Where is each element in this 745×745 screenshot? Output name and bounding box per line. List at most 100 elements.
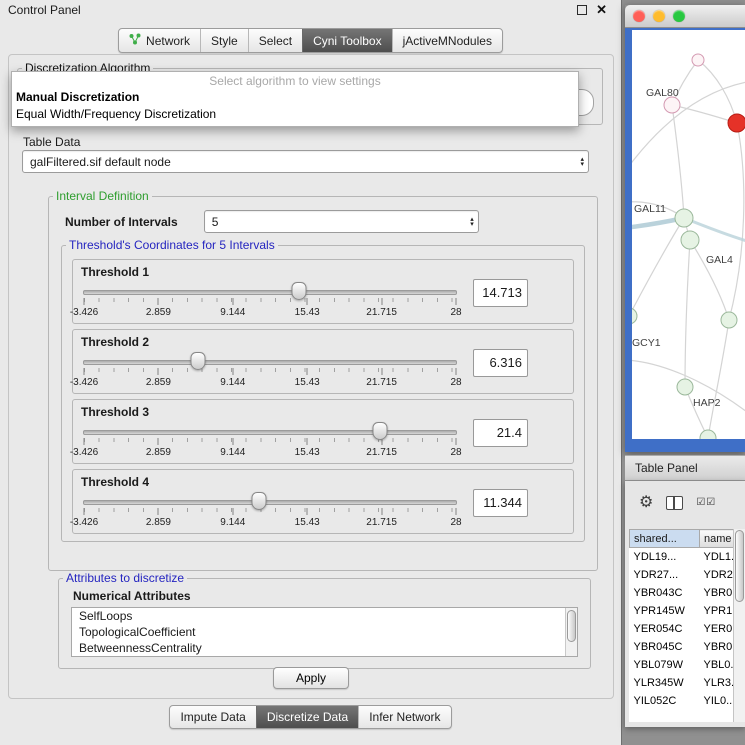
tab-style[interactable]: Style — [200, 29, 248, 52]
tab-jactivemnodules[interactable]: jActiveMNodules — [392, 29, 502, 52]
dropdown-option-equal-width[interactable]: Equal Width/Frequency Discretization — [12, 106, 578, 123]
mac-close-button[interactable] — [633, 10, 645, 22]
network-node-hap2[interactable] — [677, 379, 693, 395]
table-cell[interactable]: YPR1... — [700, 602, 735, 620]
mac-minimize-button[interactable] — [653, 10, 665, 22]
table-cell[interactable]: YDR2... — [700, 566, 735, 584]
slider-major-tick — [456, 508, 457, 515]
attribute-list-item[interactable]: BetweennessCentrality — [72, 640, 577, 656]
gear-icon[interactable]: ⚙ — [639, 495, 653, 511]
tab-network[interactable]: Network — [119, 29, 200, 52]
table-row[interactable]: YPR145WYPR1... — [630, 602, 735, 620]
slider-thumb[interactable] — [292, 282, 307, 300]
list-scrollbar[interactable] — [565, 608, 577, 656]
threshold-4-value[interactable]: 11.344 — [473, 489, 528, 517]
table-cell[interactable]: YBR0... — [700, 584, 735, 602]
threshold-3-slider[interactable]: -3.4262.8599.14415.4321.71528 — [81, 420, 459, 460]
table-row[interactable]: YLR345WYLR3... — [630, 674, 735, 692]
select-columns-icon[interactable]: ☑☑ — [696, 498, 716, 508]
table-cell[interactable]: YER0... — [700, 620, 735, 638]
table-cell[interactable]: YLR345W — [630, 674, 700, 692]
threshold-2-slider[interactable]: -3.4262.8599.14415.4321.71528 — [81, 350, 459, 390]
slider-major-tick — [158, 508, 159, 515]
network-node-gal11[interactable] — [675, 209, 693, 227]
threshold-3-value[interactable]: 21.4 — [473, 419, 528, 447]
threshold-1-slider[interactable]: -3.4262.8599.14415.4321.71528 — [81, 280, 459, 320]
scrollbar-thumb[interactable] — [567, 610, 576, 642]
slider-scale-label: -3.426 — [70, 517, 98, 528]
table-data-label: Table Data — [23, 135, 80, 149]
number-of-intervals-combobox[interactable]: 5 ▴▾ — [204, 210, 479, 233]
group-title: Interval Definition — [53, 189, 152, 203]
network-canvas[interactable]: GAL80 GAL11 GAL4 GCY1 HAP2 — [632, 30, 745, 439]
network-node-gal80[interactable] — [664, 97, 680, 113]
slider-major-tick — [232, 438, 233, 445]
column-header-name[interactable]: name — [700, 530, 735, 548]
slider-scale-label: 21.715 — [366, 377, 397, 388]
table-row[interactable]: YBR043CYBR0... — [630, 584, 735, 602]
table-cell[interactable]: YPR145W — [630, 602, 700, 620]
close-icon[interactable]: ✕ — [596, 4, 607, 16]
network-node-gal4[interactable] — [681, 231, 699, 249]
table-cell[interactable]: YLR3... — [700, 674, 735, 692]
table-cell[interactable]: YDL1... — [700, 548, 735, 567]
tab-impute-data[interactable]: Impute Data — [170, 706, 255, 728]
table-cell[interactable]: YDR27... — [630, 566, 700, 584]
mac-zoom-button[interactable] — [673, 10, 685, 22]
table-data-combobox[interactable]: galFiltered.sif default node ▴▾ — [22, 150, 589, 173]
threshold-4-slider[interactable]: -3.4262.8599.14415.4321.71528 — [81, 490, 459, 530]
table-cell[interactable]: YDL19... — [630, 548, 700, 567]
network-node[interactable] — [700, 430, 716, 439]
table-cell[interactable]: YBL0... — [700, 656, 735, 674]
column-header-shared-name[interactable]: shared... — [630, 530, 700, 548]
table-cell[interactable]: YBR043C — [630, 584, 700, 602]
tab-label: Infer Network — [369, 710, 440, 724]
network-node-selected[interactable] — [728, 114, 745, 132]
table-cell[interactable]: YIL052C — [630, 692, 700, 710]
slider-major-tick — [84, 368, 85, 375]
table-cell[interactable]: YBL079W — [630, 656, 700, 674]
threshold-1-value[interactable]: 14.713 — [473, 279, 528, 307]
scrollbar-thumb[interactable] — [735, 530, 744, 602]
tab-select[interactable]: Select — [248, 29, 302, 52]
bottom-tab-bar: Impute Data Discretize Data Infer Networ… — [0, 705, 621, 729]
table-cell[interactable]: YBR045C — [630, 638, 700, 656]
attribute-list-item[interactable]: TopologicalCoefficient — [72, 624, 577, 640]
right-panel: GAL80 GAL11 GAL4 GCY1 HAP2 Table Panel ⚙… — [622, 0, 745, 745]
float-window-icon[interactable] — [577, 5, 587, 15]
table-cell[interactable]: YBR0... — [700, 638, 735, 656]
table-row[interactable]: YIL052CYIL0... — [630, 692, 735, 710]
threshold-label: Threshold 2 — [81, 335, 459, 349]
apply-button[interactable]: Apply — [273, 667, 349, 689]
threshold-2-value[interactable]: 6.316 — [473, 349, 528, 377]
table-scrollbar[interactable] — [733, 529, 745, 722]
combo-value: 5 — [212, 215, 466, 229]
network-node[interactable] — [692, 54, 704, 66]
dropdown-option-manual-discretization[interactable]: Manual Discretization — [12, 89, 578, 106]
table-row[interactable]: YDR27...YDR2... — [630, 566, 735, 584]
slider-thumb[interactable] — [372, 422, 387, 440]
numerical-attributes-list[interactable]: SelfLoopsTopologicalCoefficientBetweenne… — [71, 607, 578, 657]
table-row[interactable]: YDL19...YDL1... — [630, 548, 735, 567]
dropdown-placeholder: Select algorithm to view settings — [12, 73, 578, 89]
attribute-list-item[interactable]: SelfLoops — [72, 608, 577, 624]
slider-track[interactable] — [83, 430, 457, 435]
table-row[interactable]: YBR045CYBR0... — [630, 638, 735, 656]
network-node[interactable] — [721, 312, 737, 328]
columns-icon[interactable] — [666, 496, 683, 510]
table-row[interactable]: YER054CYER0... — [630, 620, 735, 638]
slider-thumb[interactable] — [191, 352, 206, 370]
slider-track[interactable] — [83, 360, 457, 365]
network-window-titlebar[interactable] — [625, 5, 745, 28]
slider-thumb[interactable] — [251, 492, 266, 510]
slider-track[interactable] — [83, 500, 457, 505]
slider-track[interactable] — [83, 290, 457, 295]
table-cell[interactable]: YER054C — [630, 620, 700, 638]
tab-discretize-data[interactable]: Discretize Data — [256, 706, 358, 728]
node-label: GAL11 — [634, 203, 666, 215]
table-cell[interactable]: YIL0... — [700, 692, 735, 710]
tab-cyni-toolbox[interactable]: Cyni Toolbox — [302, 29, 391, 52]
tab-infer-network[interactable]: Infer Network — [358, 706, 450, 728]
table-row[interactable]: YBL079WYBL0... — [630, 656, 735, 674]
network-node-gcy1[interactable] — [632, 308, 637, 324]
